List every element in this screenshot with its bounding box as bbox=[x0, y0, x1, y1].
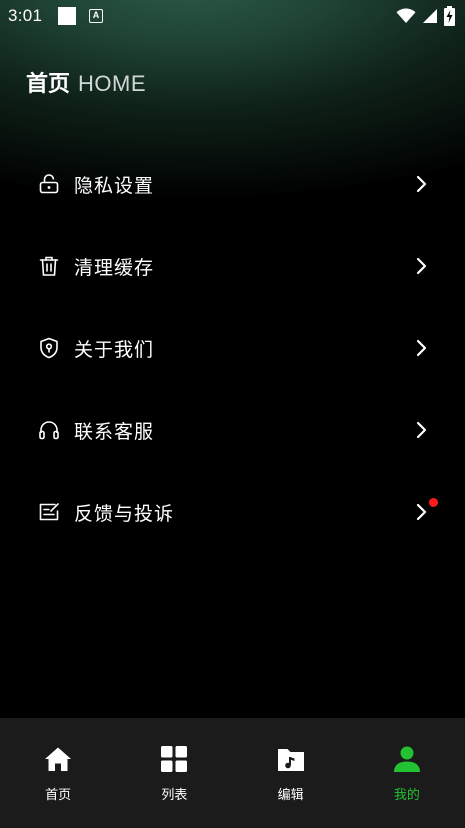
status-icons bbox=[396, 6, 455, 26]
wifi-icon bbox=[396, 8, 416, 23]
page-title: 首页 HOME bbox=[26, 66, 146, 98]
menu-item-privacy-settings[interactable]: 隐私设置 bbox=[0, 143, 465, 225]
page-title-en: HOME bbox=[78, 71, 147, 96]
menu-item-feedback[interactable]: 反馈与投诉 bbox=[0, 471, 465, 553]
menu-label-clear-cache: 清理缓存 bbox=[74, 256, 155, 279]
page-title-cn: 首页 bbox=[26, 72, 71, 97]
chevron-right-icon bbox=[416, 175, 427, 193]
menu-label-privacy-settings: 隐私设置 bbox=[74, 174, 155, 197]
notification-dot bbox=[429, 498, 438, 507]
notification-square-icon bbox=[58, 7, 76, 25]
headset-icon bbox=[39, 421, 59, 440]
tab-label-mine: 我的 bbox=[393, 788, 420, 803]
person-icon bbox=[393, 746, 420, 772]
tab-label-home: 首页 bbox=[45, 788, 72, 803]
tab-label-edit: 编辑 bbox=[277, 788, 304, 803]
tab-edit[interactable]: 编辑 bbox=[233, 718, 349, 828]
chevron-right-icon bbox=[416, 503, 427, 521]
bottom-tab-bar: 首页 列表 编辑 我的 bbox=[0, 718, 465, 828]
chevron-right-icon bbox=[416, 421, 427, 439]
unlock-icon bbox=[39, 174, 59, 194]
battery-charging-icon bbox=[444, 6, 455, 26]
status-bar: 3:01 A bbox=[0, 0, 465, 34]
a-notification-icon: A bbox=[89, 9, 103, 23]
menu-item-clear-cache[interactable]: 清理缓存 bbox=[0, 225, 465, 307]
menu-label-about-us: 关于我们 bbox=[74, 338, 155, 361]
music-folder-icon bbox=[277, 749, 304, 771]
menu-label-contact-support: 联系客服 bbox=[74, 420, 155, 443]
settings-menu: 隐私设置 清理缓存 关于我们 联系客服 反馈与投诉 bbox=[0, 143, 465, 553]
tab-label-list: 列表 bbox=[161, 788, 188, 803]
tab-home[interactable]: 首页 bbox=[0, 718, 116, 828]
status-time: 3:01 bbox=[8, 6, 43, 25]
feedback-icon bbox=[39, 503, 59, 521]
chevron-right-icon bbox=[416, 257, 427, 275]
trash-icon bbox=[39, 256, 59, 276]
cell-signal-icon bbox=[423, 9, 437, 23]
menu-item-about-us[interactable]: 关于我们 bbox=[0, 307, 465, 389]
my-page-screen: 3:01 A 首页 HOME 隐私设置 清理缓存 关于我们 联系客服 反馈与投诉… bbox=[0, 0, 465, 828]
tab-mine[interactable]: 我的 bbox=[349, 718, 465, 828]
menu-label-feedback: 反馈与投诉 bbox=[74, 502, 175, 525]
grid-icon bbox=[161, 746, 188, 772]
tab-list[interactable]: 列表 bbox=[116, 718, 232, 828]
chevron-right-icon bbox=[416, 339, 427, 357]
shield-icon bbox=[40, 337, 58, 359]
menu-item-contact-support[interactable]: 联系客服 bbox=[0, 389, 465, 471]
home-icon bbox=[45, 747, 72, 771]
